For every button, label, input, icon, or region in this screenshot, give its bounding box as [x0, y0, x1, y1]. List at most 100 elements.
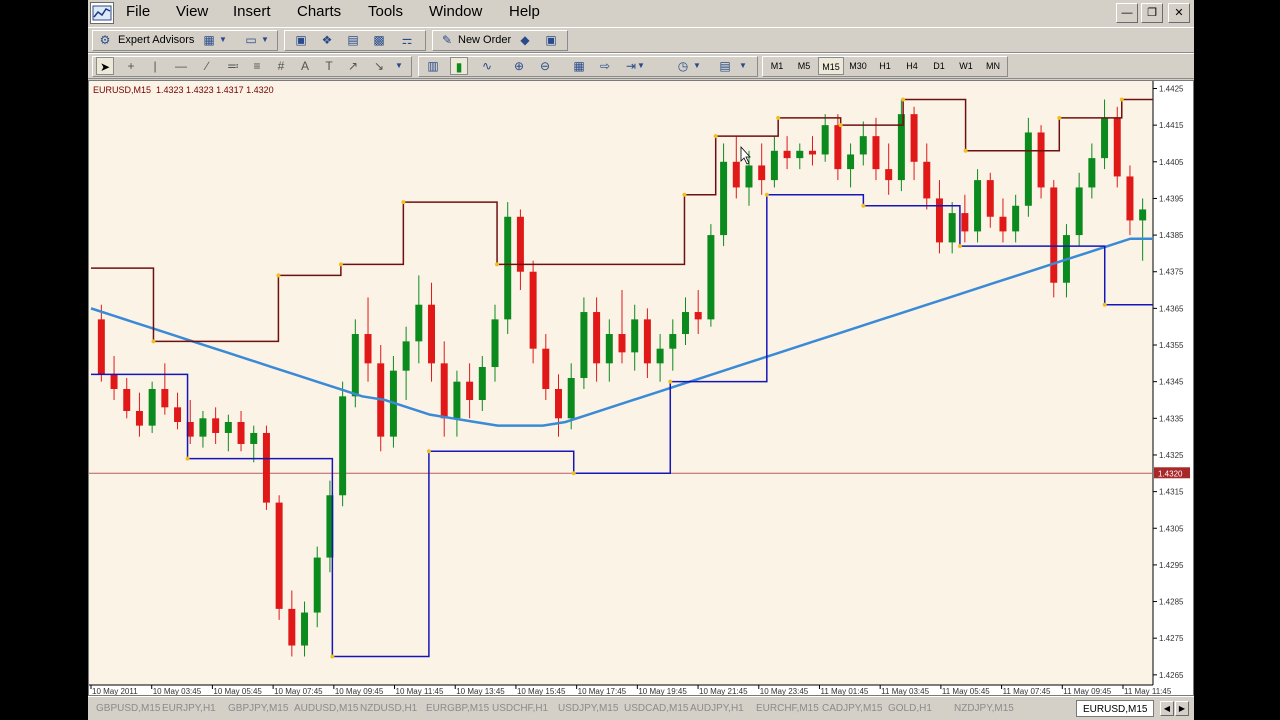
timeframe-m15[interactable]: M15 — [818, 57, 844, 75]
swing-marker — [861, 203, 866, 208]
chart-tab[interactable]: GOLD,H1 — [882, 700, 938, 717]
chart-tab[interactable]: NZDJPY,M15 — [948, 700, 1020, 717]
timeframe-m5[interactable]: M5 — [791, 57, 817, 75]
line-chart-icon[interactable]: ∿ — [478, 57, 496, 75]
text-icon[interactable]: A — [296, 57, 314, 75]
candle-body — [631, 319, 639, 353]
chart-tab[interactable]: USDCHF,H1 — [486, 700, 554, 717]
y-tick-label: 1.4425 — [1159, 84, 1184, 93]
strategy-tester-icon[interactable]: ⚎ — [398, 31, 416, 49]
dropdown-arrow-icon[interactable]: ▼ — [260, 31, 270, 49]
autotrading-icon[interactable]: ◆ — [516, 31, 534, 49]
close-icon[interactable]: ✕ — [1168, 3, 1190, 23]
menu-view[interactable]: View — [172, 3, 212, 20]
scroll-right-icon[interactable]: ▶ — [1175, 701, 1189, 716]
tile-windows-icon[interactable]: ▦ — [570, 57, 588, 75]
text-label-icon[interactable]: T — [320, 57, 338, 75]
timeframe-h1[interactable]: H1 — [872, 57, 898, 75]
candle-body — [262, 432, 270, 503]
menu-file[interactable]: File — [122, 3, 154, 20]
candle-body — [288, 608, 296, 646]
candlesticks-icon[interactable]: ▮ — [450, 57, 468, 75]
chart-tab[interactable]: AUDJPY,H1 — [684, 700, 750, 717]
new-order-button[interactable]: New Order — [458, 34, 511, 46]
swing-marker — [1057, 115, 1062, 120]
arrow-icon[interactable]: ↗ — [344, 57, 362, 75]
swing-marker — [1119, 97, 1124, 102]
menu-charts[interactable]: Charts — [293, 3, 345, 20]
chart-tab[interactable]: EURJPY,H1 — [156, 700, 222, 717]
dropdown-arrow-icon[interactable]: ▼ — [218, 31, 228, 49]
app-logo-icon[interactable] — [90, 2, 114, 24]
fibonacci-icon[interactable]: ≡ — [248, 57, 266, 75]
options-icon[interactable]: ▣ — [542, 31, 560, 49]
cursor-icon[interactable]: ➤ — [96, 57, 114, 75]
dropdown-arrow-icon[interactable]: ▼ — [692, 57, 702, 75]
terminal-window: File View Insert Charts Tools Window Hel… — [88, 0, 1194, 720]
chart-window[interactable]: 1.4425 1.4415 1.4405 1.4395 1.4385 1.4375 1.43… — [88, 80, 1194, 696]
minimize-icon[interactable]: — — [1116, 3, 1138, 23]
periods-icon[interactable]: ◷ — [674, 57, 692, 75]
menu-tools[interactable]: Tools — [364, 3, 407, 20]
new-chart-icon[interactable]: ▦ — [200, 31, 218, 49]
chart-tab[interactable]: AUDUSD,M15 — [288, 700, 364, 717]
menu-insert[interactable]: Insert — [229, 3, 275, 20]
dropdown-arrow-icon[interactable]: ▼ — [738, 57, 748, 75]
dropdown-arrow-icon[interactable]: ▼ — [394, 57, 404, 75]
chart-tab[interactable]: EURCHF,M15 — [750, 700, 825, 717]
x-tick-label: 11 May 05:45 — [942, 687, 990, 695]
swing-marker — [495, 262, 500, 267]
candle-body — [593, 312, 601, 364]
expert-advisors-button[interactable]: Expert Advisors — [118, 34, 194, 46]
current-price-label: 1.4320 — [1158, 469, 1183, 478]
horizontal-line-icon[interactable]: — — [172, 57, 190, 75]
chart-tab[interactable]: EURGBP,M15 — [420, 700, 495, 717]
chart-tab[interactable]: GBPUSD,M15 — [90, 700, 166, 717]
data-window-icon[interactable]: ❖ — [318, 31, 336, 49]
bar-chart-icon[interactable]: ▥ — [424, 57, 442, 75]
chart-tab[interactable]: USDCAD,M15 — [618, 700, 694, 717]
channel-icon[interactable]: ≕ — [224, 57, 242, 75]
swing-marker — [713, 134, 718, 139]
chart-tab[interactable]: NZDUSD,H1 — [354, 700, 423, 717]
candle-body — [656, 348, 664, 364]
market-watch-icon[interactable]: ▣ — [292, 31, 310, 49]
chart-tab-active[interactable]: EURUSD,M15 — [1076, 700, 1155, 717]
y-tick-label: 1.4385 — [1159, 231, 1184, 240]
scroll-left-icon[interactable]: ◀ — [1160, 701, 1174, 716]
menu-help[interactable]: Help — [505, 3, 544, 20]
timeframe-d1[interactable]: D1 — [926, 57, 952, 75]
timeframe-w1[interactable]: W1 — [953, 57, 979, 75]
candle-body — [910, 114, 918, 162]
grid-icon[interactable]: # — [272, 57, 290, 75]
zoom-out-icon[interactable]: ⊖ — [536, 57, 554, 75]
price-chart[interactable]: 1.4425 1.4415 1.4405 1.4395 1.4385 1.4375 1.43… — [89, 81, 1193, 695]
swing-marker — [682, 192, 687, 197]
candle-body — [313, 557, 321, 613]
candle-body — [758, 165, 766, 181]
timeframe-m1[interactable]: M1 — [764, 57, 790, 75]
menu-window[interactable]: Window — [425, 3, 486, 20]
swing-marker — [668, 379, 673, 384]
zoom-in-icon[interactable]: ⊕ — [510, 57, 528, 75]
expert-advisors-icon[interactable]: ⚙ — [96, 31, 114, 49]
templates-icon[interactable]: ▤ — [716, 57, 734, 75]
timeframe-m30[interactable]: M30 — [845, 57, 871, 75]
terminal-icon[interactable]: ▩ — [370, 31, 388, 49]
chart-tab[interactable]: CADJPY,M15 — [816, 700, 888, 717]
dropdown-arrow-icon[interactable]: ▼ — [636, 57, 646, 75]
vertical-line-icon[interactable]: | — [146, 57, 164, 75]
new-order-icon[interactable]: ✎ — [438, 31, 456, 49]
autoscroll-icon[interactable]: ⇨ — [596, 57, 614, 75]
arrows-icon[interactable]: ↘ — [370, 57, 388, 75]
timeframe-mn[interactable]: MN — [980, 57, 1006, 75]
profiles-icon[interactable]: ▭ — [242, 31, 260, 49]
restore-icon[interactable]: ❐ — [1141, 3, 1163, 23]
timeframe-h4[interactable]: H4 — [899, 57, 925, 75]
candle-body — [351, 334, 359, 397]
trendline-icon[interactable]: ∕ — [198, 57, 216, 75]
crosshair-icon[interactable]: + — [122, 57, 140, 75]
chart-tab[interactable]: GBPJPY,M15 — [222, 700, 294, 717]
navigator-icon[interactable]: ▤ — [344, 31, 362, 49]
chart-tab[interactable]: USDJPY,M15 — [552, 700, 624, 717]
